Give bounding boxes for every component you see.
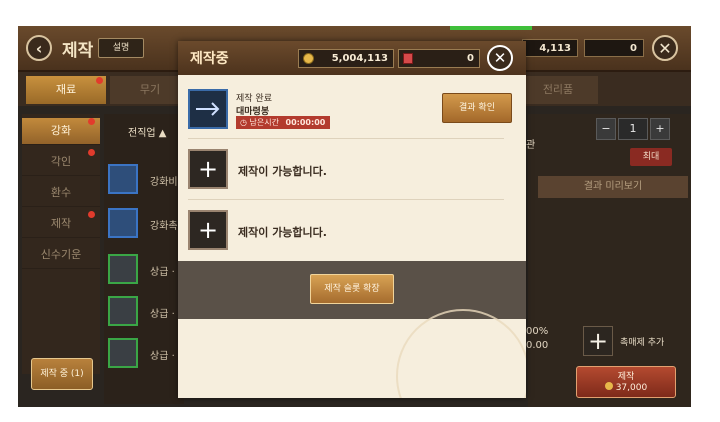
item-icon [108,296,138,326]
sidebar-item-spirit[interactable]: 신수기운 [22,242,100,269]
quantity-minus-button[interactable]: − [596,118,616,140]
close-button[interactable]: ✕ [652,35,678,61]
item-icon [108,338,138,368]
crafting-modal: 제작중 5,004,113 0 ✕ 제작 완료 대마령봉 ◷ 남은시간 00:0… [178,41,526,398]
ticket-counter: 0 [398,49,480,68]
make-cost: 37,000 [577,382,675,393]
item-icon [108,254,138,284]
add-slot-icon[interactable]: + [188,149,228,189]
slot-available-text: 제작이 가능합니다. [238,165,327,178]
back-button[interactable]: ‹ [26,35,52,61]
result-preview-button[interactable]: 결과 미리보기 [538,176,688,198]
item-icon [108,164,138,194]
craft-slot-complete: 제작 완료 대마령봉 ◷ 남은시간 00:00:00 결과 확인 [188,85,512,141]
coin-icon [303,53,314,64]
remaining-time: ◷ 남은시간 00:00:00 [236,116,330,129]
craft-item-icon [188,89,228,129]
sidebar: 강화 각인 환수 제작 신수기운 [22,114,100,374]
list-item[interactable]: 상급 · [108,254,186,290]
notification-dot [96,77,103,84]
page-title: 제작 [62,41,94,61]
craft-slot-empty[interactable]: + 제작이 가능합니다. [188,206,504,262]
catalyst-label: 촉매제 추가 [620,338,665,348]
tab-loot[interactable]: 전리품 [518,76,598,104]
clock-icon: ◷ [240,118,247,127]
success-rate: 00% [526,326,549,337]
result-confirm-button[interactable]: 결과 확인 [442,93,512,123]
notification-dot [88,149,95,156]
divider [188,199,504,200]
add-catalyst-button[interactable]: + [583,326,613,356]
craft-status: 제작 완료 [236,94,272,104]
max-button[interactable]: 최대 [630,148,672,166]
rate-value: 0.00 [526,340,549,351]
modal-header: 제작중 5,004,113 0 ✕ [178,41,526,75]
notification-dot [88,211,95,218]
progress-indicator [450,26,532,30]
gold-display: 4,113 [522,39,578,57]
notification-dot [88,118,95,125]
expand-slot-button[interactable]: 제작 슬롯 확장 [310,274,394,304]
crafting-queue-button[interactable]: 제작 중 (1) [31,358,93,390]
modal-title: 제작중 [190,51,229,67]
arrow-icon [196,102,220,116]
list-item[interactable]: 강화비 [108,164,186,200]
list-header: 전직업 ▲ [128,128,167,139]
list-item[interactable]: 상급 · [108,296,186,332]
fragment-label: 관 [526,140,536,151]
coin-icon [604,382,613,390]
sidebar-item-beast[interactable]: 환수 [22,180,100,207]
ticket-icon [403,53,413,64]
ticket-display: 0 [584,39,644,57]
quantity-value[interactable]: 1 [618,118,648,140]
craft-slot-empty[interactable]: + 제작이 가능합니다. [188,145,504,201]
help-button[interactable]: 설명 [98,38,144,58]
modal-close-button[interactable]: ✕ [487,45,513,71]
quantity-plus-button[interactable]: + [650,118,670,140]
divider [188,138,504,139]
make-label: 제작 [617,372,635,382]
slot-available-text: 제작이 가능합니다. [238,226,327,239]
add-slot-icon[interactable]: + [188,210,228,250]
make-button[interactable]: 제작 37,000 [576,366,676,398]
list-item[interactable]: 상급 · [108,338,186,374]
item-icon [108,208,138,238]
gold-counter: 5,004,113 [298,49,394,68]
list-item[interactable]: 강화촉 [108,208,186,244]
tab-material[interactable]: 재료 [26,76,106,104]
